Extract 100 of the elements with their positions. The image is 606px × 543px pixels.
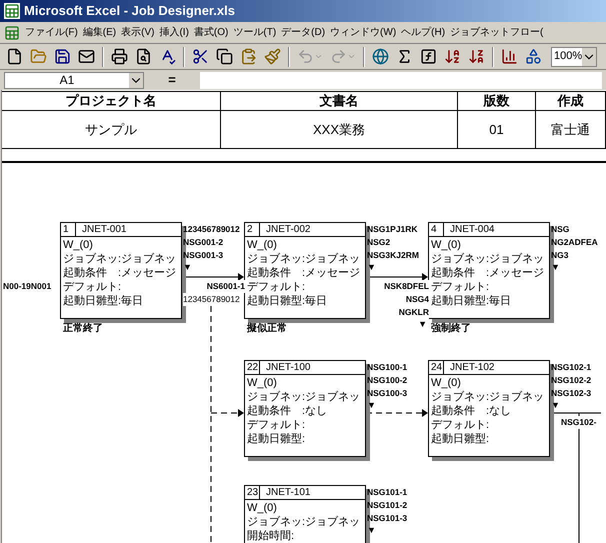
output-message: NSG101-3: [367, 512, 408, 525]
end-status: 強制終了: [431, 322, 471, 336]
output-marker: ▼: [551, 400, 560, 410]
output-message: NSG102-2: [551, 374, 592, 387]
node-property: ジョブネッ:ジョブネッ: [247, 390, 362, 404]
chart-icon: [501, 48, 518, 65]
table-header-cell: 作成: [536, 92, 606, 110]
node-property: ジョブネッ:ジョブネッ: [431, 390, 546, 404]
menu-item[interactable]: ジョブネットフロー(: [450, 25, 544, 40]
zoom-value: 100%: [553, 49, 582, 64]
menu-item[interactable]: ウィンドウ(W): [330, 25, 396, 40]
node-property: デフォルト:: [431, 418, 490, 432]
end-status: 擬似正常: [247, 322, 287, 336]
table-header-cell: 文書名: [221, 92, 458, 110]
output-marker: ▼: [367, 400, 376, 410]
paste-icon: [240, 48, 257, 65]
connector-label: NS6001-1: [206, 280, 245, 293]
node-name: JNET-004: [449, 223, 494, 236]
node-property: 開始時間:: [247, 529, 296, 543]
output-marker: ▼: [367, 262, 376, 272]
toolbar-button[interactable]: [109, 46, 130, 68]
menu-item[interactable]: 書式(O): [194, 25, 228, 40]
table-cell: XXX業務: [221, 111, 458, 148]
output-message: NSG1PJ1RK: [367, 223, 418, 236]
table-header-cell: プロジェクト名: [2, 92, 221, 110]
output-marker: ▼: [551, 262, 560, 272]
menu-item[interactable]: 表示(V): [121, 25, 154, 40]
copy-icon: [216, 48, 233, 65]
output-message: NSG101-1: [367, 486, 408, 499]
output-message: NSG100-2: [367, 374, 408, 387]
node-number: 22: [245, 361, 260, 374]
output-message: NSG101-2: [367, 499, 408, 512]
end-status: 正常終了: [63, 322, 103, 336]
node-property: W_(0): [63, 238, 94, 252]
node-property: 起動日雛型:毎日: [63, 294, 144, 308]
connector-label: 123456789012: [183, 293, 240, 306]
document-icon: [4, 24, 20, 40]
node-property: 起動日雛型:: [247, 432, 306, 446]
node-name: JNET-101: [265, 486, 310, 499]
node-property: W_(0): [247, 501, 278, 515]
connector-label: NSK8DFEL: [384, 280, 429, 293]
output-message: NG2ADFEA: [551, 236, 598, 249]
table-header-cell: 版数: [458, 92, 536, 110]
node-property: 起動条件 :なし: [247, 404, 328, 418]
toolbar-button[interactable]: [214, 46, 235, 68]
paintbrush-icon: [264, 48, 281, 65]
caret-icon: [347, 52, 356, 61]
output-message: NSG100-1: [367, 361, 408, 374]
output-message: NSG2: [367, 236, 390, 249]
menu-item[interactable]: ファイル(F): [25, 25, 78, 40]
menu-item[interactable]: ツール(T): [233, 25, 276, 40]
menu-item[interactable]: データ(D): [281, 25, 326, 40]
function-icon: [420, 48, 437, 65]
menu-item[interactable]: 編集(E): [82, 25, 116, 40]
node-name: JNET-100: [265, 361, 310, 374]
redo-icon: [330, 48, 347, 65]
node-property: W_(0): [431, 238, 462, 252]
table-cell: 富士通: [536, 111, 606, 148]
start-message: N00-19N001: [3, 280, 52, 293]
node-number: 24: [429, 361, 444, 374]
node-property: デフォルト:: [247, 418, 306, 432]
table-cell: 01: [458, 111, 536, 148]
formula-equals[interactable]: =: [148, 70, 196, 90]
node-number: 1: [61, 223, 76, 236]
node-property: 起動日雛型:毎日: [247, 294, 328, 308]
node-name: JNET-102: [449, 361, 494, 374]
output-message: NSG100-3: [367, 387, 408, 400]
output-message: 123456789012: [183, 223, 240, 236]
output-marker: ▼: [367, 525, 376, 535]
node-property: ジョブネッ:ジョブネッ: [431, 252, 546, 266]
output-message: NG3: [551, 249, 568, 262]
node-name: JNET-001: [81, 223, 126, 236]
menu-item[interactable]: 挿入(I): [159, 25, 189, 40]
output-marker: ▼: [183, 262, 192, 272]
undo-icon: [297, 48, 314, 65]
connector-label: NSG102-: [561, 416, 596, 429]
node-property: ジョブネッ:ジョブネッ: [247, 515, 362, 529]
globe-icon: [372, 48, 389, 65]
app-icon: [4, 3, 20, 19]
output-message: NSG102-1: [551, 361, 592, 374]
node-number: 4: [429, 223, 444, 236]
node-property: デフォルト:: [63, 280, 122, 294]
node-number: 2: [245, 223, 260, 236]
node-number: 23: [245, 486, 260, 499]
zoom-combo[interactable]: 100%: [551, 46, 598, 66]
print-icon: [111, 48, 128, 65]
table-cell: サンプル: [2, 111, 221, 148]
node-property: 起動条件 :メッセージ: [431, 266, 546, 280]
save-icon: [54, 48, 71, 65]
name-box[interactable]: A1: [4, 72, 144, 88]
node-property: W_(0): [431, 376, 462, 390]
menu-item[interactable]: ヘルプ(H): [401, 25, 446, 40]
shapes-icon: [525, 48, 542, 65]
formula-field[interactable]: [200, 72, 602, 88]
node-property: 起動条件 :なし: [431, 404, 512, 418]
output-message: NSG3KJ2RM: [367, 249, 419, 262]
node-property: 起動日雛型:毎日: [431, 294, 512, 308]
node-property: 起動日雛型:: [431, 432, 490, 446]
node-property: 起動条件 :メッセージ: [63, 266, 178, 280]
sort-ascending-icon: [444, 48, 461, 65]
